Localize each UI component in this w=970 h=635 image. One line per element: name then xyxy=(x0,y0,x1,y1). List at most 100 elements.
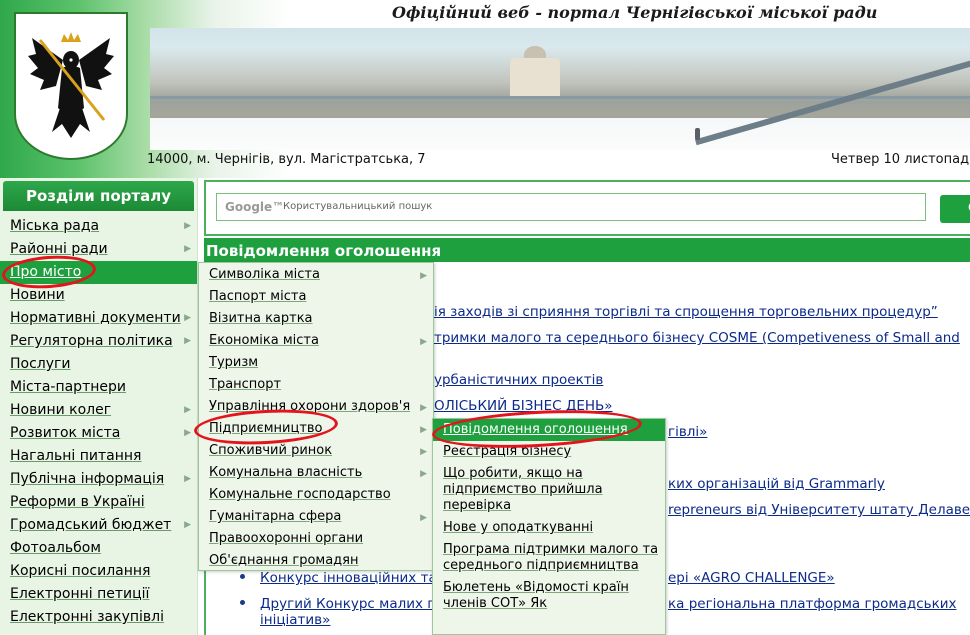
chevron-right-icon: ▶ xyxy=(420,337,427,347)
submenu-item-municipal-property[interactable]: Комунальна власність ▶ xyxy=(199,461,433,483)
chevron-right-icon: ▶ xyxy=(184,221,191,231)
sidebar-item-label: Електронні петиції xyxy=(10,586,150,602)
sidebar-item-reforms[interactable]: Реформи в Україні xyxy=(0,491,197,514)
city-address: 14000, м. Чернігів, вул. Магістратська, … xyxy=(147,152,426,167)
chevron-right-icon: ▶ xyxy=(420,271,427,281)
sidebar-item-city-council[interactable]: Міська рада ▶ xyxy=(0,215,197,238)
search-placeholder: Користувальницький пошук xyxy=(283,201,433,212)
chevron-right-icon: ▶ xyxy=(184,428,191,438)
sidebar-item-useful-links[interactable]: Корисні посилання xyxy=(0,560,197,583)
chevron-right-icon: ▶ xyxy=(420,403,427,413)
submenu-item-healthcare[interactable]: Управління охорони здоров'я ▶ xyxy=(199,395,433,417)
search-input[interactable]: Google™ Користувальницький пошук xyxy=(216,193,926,221)
submenu-item-tourism[interactable]: Туризм xyxy=(199,351,433,373)
sidebar-item-partner-cities[interactable]: Міста-партнери xyxy=(0,376,197,399)
submenu-item-label: Туризм xyxy=(209,355,259,370)
submenu-item-announcements[interactable]: Повідомлення оголошення xyxy=(433,419,665,441)
announcement-link[interactable]: ка регіональна платформа громадських xyxy=(668,596,957,612)
submenu-item-inspection-guide[interactable]: Що робити, якщо на підприємство прийшла … xyxy=(433,463,665,517)
submenu-item-label: Правоохоронні органи xyxy=(209,531,364,546)
announcement-link[interactable]: ері «AGRO CHALLENGE» xyxy=(668,570,835,586)
announcement-link[interactable]: урбаністичних проектів xyxy=(434,372,603,388)
announcement-link[interactable]: Другий Конкурс малих г xyxy=(260,596,434,612)
search-panel: Google™ Користувальницький пошук С xyxy=(204,180,970,236)
submenu-item-support-program[interactable]: Програма підтримки малого та середнього … xyxy=(433,539,665,577)
sidebar: Розділи порталу Міська рада ▶ Районні рад… xyxy=(0,178,198,635)
sidebar-item-about-city[interactable]: Про місто xyxy=(0,261,197,284)
announcement-link[interactable]: ких організацій від Grammarly xyxy=(668,476,885,492)
submenu-item-municipal-services[interactable]: Комунальне господарство xyxy=(199,483,433,505)
chevron-right-icon: ▶ xyxy=(420,469,427,479)
search-button[interactable]: С xyxy=(940,195,970,223)
entrepreneurship-submenu: Повідомлення оголошення Реєстрація бізне… xyxy=(432,418,666,635)
announcement-link[interactable]: гівлі» xyxy=(668,424,707,440)
submenu-item-label: Транспорт xyxy=(209,377,282,392)
announcement-link[interactable]: ОЛІСЬКИЙ БІЗНЕС ДЕНЬ» xyxy=(434,398,613,414)
submenu-item-business-registration[interactable]: Реєстрація бізнесу xyxy=(433,441,665,463)
submenu-item-label: Гуманітарна сфера xyxy=(209,509,342,524)
sidebar-item-label: Про місто xyxy=(10,264,82,280)
sidebar-item-e-procurement[interactable]: Електронні закупівлі xyxy=(0,606,197,629)
sidebar-item-label: Послуги xyxy=(10,356,71,372)
sidebar-item-public-information[interactable]: Публічна інформація ▶ xyxy=(0,468,197,491)
chevron-right-icon: ▶ xyxy=(184,336,191,346)
submenu-item-city-passport[interactable]: Паспорт міста xyxy=(199,285,433,307)
submenu-item-business-card[interactable]: Візитна картка xyxy=(199,307,433,329)
chevron-right-icon: ▶ xyxy=(184,313,191,323)
city-coat-of-arms-logo[interactable] xyxy=(14,12,128,160)
sidebar-item-label: Громадський бюджет xyxy=(10,517,172,533)
submenu-item-taxation-news[interactable]: Нове у оподаткуванні xyxy=(433,517,665,539)
sidebar-item-e-petitions[interactable]: Електронні петиції xyxy=(0,583,197,606)
announcement-link[interactable]: ія заходів зі сприяння торгівлі та спрощ… xyxy=(434,304,938,320)
about-city-submenu: Символіка міста ▶ Паспорт міста Візитна к… xyxy=(198,262,434,571)
sidebar-title: Розділи порталу xyxy=(3,181,194,211)
submenu-item-label: Паспорт міста xyxy=(209,289,307,304)
sidebar-item-city-development[interactable]: Розвиток міста ▶ xyxy=(0,422,197,445)
submenu-item-economy[interactable]: Економіка міста ▶ xyxy=(199,329,433,351)
submenu-item-label: Нове у оподаткуванні xyxy=(443,520,594,535)
sidebar-item-services[interactable]: Послуги xyxy=(0,353,197,376)
submenu-item-label: Бюлетень «Відомості країн членів СОТ» Як xyxy=(443,580,629,611)
sidebar-item-label: Регуляторна політика xyxy=(10,333,173,349)
submenu-item-label: Візитна картка xyxy=(209,311,313,326)
sidebar-item-news[interactable]: Новини xyxy=(0,284,197,307)
announcement-link[interactable]: ініціатив» xyxy=(260,612,330,628)
sidebar-item-label: Районні ради xyxy=(10,241,108,257)
chevron-right-icon: ▶ xyxy=(420,447,427,457)
sidebar-item-district-councils[interactable]: Районні ради ▶ xyxy=(0,238,197,261)
submenu-item-label: Програма підтримки малого та середнього … xyxy=(443,542,659,573)
chevron-right-icon: ▶ xyxy=(184,474,191,484)
announcement-link[interactable]: repreneurs від Університету штату Делаве… xyxy=(668,502,970,518)
portal-title: Офіційний веб - портал Чернігівської міс… xyxy=(392,3,878,22)
sidebar-item-label: Нагальні питання xyxy=(10,448,142,464)
submenu-item-civic-associations[interactable]: Об'єднання громадян xyxy=(199,549,433,571)
sidebar-item-label: Корисні посилання xyxy=(10,563,151,579)
list-bullet xyxy=(240,600,245,605)
submenu-item-label: Комунальна власність xyxy=(209,465,363,480)
sidebar-menu: Міська рада ▶ Районні ради ▶ Про місто Нов… xyxy=(0,215,197,629)
submenu-item-label: Повідомлення оголошення xyxy=(443,422,628,437)
submenu-item-transport[interactable]: Транспорт xyxy=(199,373,433,395)
sidebar-item-label: Новини колег xyxy=(10,402,112,418)
submenu-item-label: Об'єднання громадян xyxy=(209,553,359,568)
announcement-link[interactable]: Конкурс інноваційних та xyxy=(260,570,437,586)
announcement-link[interactable]: тримки малого та середнього бізнесу COSM… xyxy=(434,330,960,346)
chevron-right-icon: ▶ xyxy=(184,405,191,415)
sidebar-item-label: Міста-партнери xyxy=(10,379,126,395)
sidebar-item-regulatory-policy[interactable]: Регуляторна політика ▶ xyxy=(0,330,197,353)
sidebar-item-public-budget[interactable]: Громадський бюджет ▶ xyxy=(0,514,197,537)
google-logo: Google™ xyxy=(225,200,285,214)
submenu-item-law-enforcement[interactable]: Правоохоронні органи xyxy=(199,527,433,549)
sidebar-item-colleague-news[interactable]: Новини колег ▶ xyxy=(0,399,197,422)
submenu-item-label: Підприємництво xyxy=(209,421,323,436)
submenu-item-entrepreneurship[interactable]: Підприємництво ▶ xyxy=(199,417,433,439)
submenu-item-symbols[interactable]: Символіка міста ▶ xyxy=(199,263,433,285)
sidebar-item-urgent-issues[interactable]: Нагальні питання xyxy=(0,445,197,468)
submenu-item-wto-bulletin[interactable]: Бюлетень «Відомості країн членів СОТ» Як xyxy=(433,577,665,615)
submenu-item-humanitarian[interactable]: Гуманітарна сфера ▶ xyxy=(199,505,433,527)
sidebar-item-normative-documents[interactable]: Нормативні документи ▶ xyxy=(0,307,197,330)
submenu-item-label: Реєстрація бізнесу xyxy=(443,444,572,459)
chevron-right-icon: ▶ xyxy=(420,513,427,523)
submenu-item-consumer-market[interactable]: Споживчий ринок ▶ xyxy=(199,439,433,461)
sidebar-item-photo-album[interactable]: Фотоальбом xyxy=(0,537,197,560)
